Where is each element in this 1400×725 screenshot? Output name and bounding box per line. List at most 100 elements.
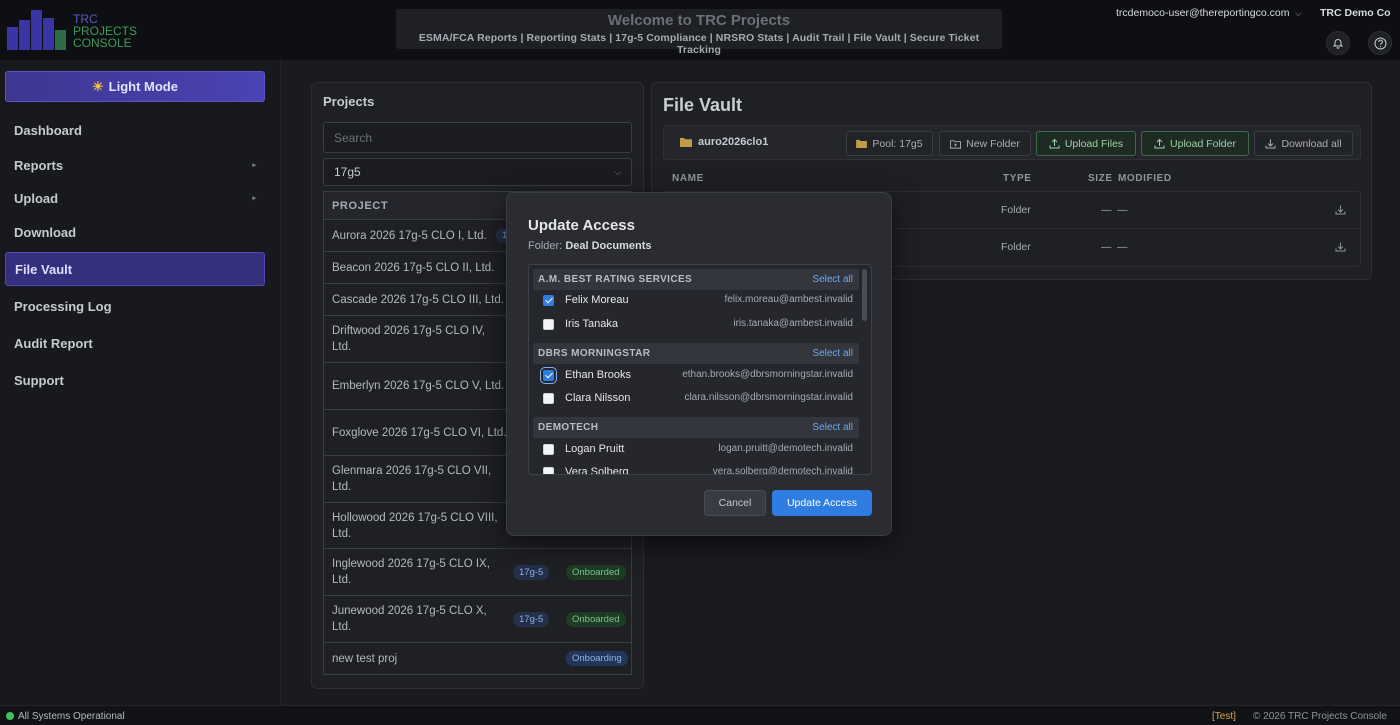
file-modified: — [1117,241,1128,253]
modal-title: Update Access [528,217,635,234]
notifications-button[interactable] [1326,31,1350,55]
project-name: Glenmara 2026 17g-5 CLO VII, Ltd. [332,465,492,493]
file-type: Folder [1001,204,1031,216]
file-size: — [1101,204,1112,216]
member-name: Logan Pruitt [565,443,625,455]
list-item[interactable]: Iris Tanaka iris.tanaka@ambest.invalid [533,314,859,337]
file-modified: — [1117,204,1128,216]
select-all-link[interactable]: Select all [812,274,853,285]
member-checkbox[interactable] [543,393,554,404]
projects-title: Projects [323,94,375,109]
download-icon[interactable] [1335,204,1346,215]
file-vault-title: File Vault [663,95,743,115]
project-name: Foxglove 2026 17g-5 CLO VI, Ltd. [332,426,507,439]
list-item[interactable]: Ethan Brooks ethan.brooks@dbrsmorningsta… [533,365,859,388]
table-row[interactable]: Inglewood 2026 17g-5 CLO IX, Ltd. 17g-5 … [323,549,632,596]
group-name: A.M. BEST RATING SERVICES [538,274,693,285]
new-folder-button[interactable]: New Folder [939,131,1031,156]
scrollbar[interactable] [862,269,867,321]
member-email: vera.solberg@demotech.invalid [712,466,853,475]
folder-icon [680,138,692,147]
sidebar-item-reports[interactable]: Reports ▸ [5,148,265,182]
project-filter-select[interactable]: 17g5 ⌵ [323,158,632,186]
sidebar-item-audit-report[interactable]: Audit Report [5,326,265,360]
list-item[interactable]: Logan Pruitt logan.pruitt@demotech.inval… [533,439,859,462]
status-badge: Onboarding [566,651,628,666]
status-badge: Onboarded [566,565,626,580]
project-search-input[interactable] [323,122,632,153]
project-name: new test proj [332,652,398,665]
member-email: clara.nilsson@dbrsmorningstar.invalid [684,392,853,403]
member-checkbox[interactable] [543,295,554,306]
welcome-subtitle: ESMA/FCA Reports | Reporting Stats | 17g… [418,32,980,56]
sidebar-item-file-vault[interactable]: File Vault [5,252,265,286]
list-item[interactable]: Vera Solberg vera.solberg@demotech.inval… [533,462,859,475]
logo-line-3: CONSOLE [73,36,132,50]
member-checkbox[interactable] [543,319,554,330]
column-type[interactable]: TYPE [1003,173,1032,184]
status-footer: All Systems Operational [Test] © 2026 TR… [0,705,1400,725]
upload-folder-button[interactable]: Upload Folder [1141,131,1249,156]
access-list: A.M. BEST RATING SERVICES Select all Fel… [528,264,872,475]
download-icon [1265,139,1276,149]
sidebar-item-dashboard[interactable]: Dashboard [5,113,265,147]
sidebar-item-label: Processing Log [14,298,112,314]
download-all-label: Download all [1281,137,1342,150]
environment-badge: [Test] [1212,711,1236,722]
member-checkbox[interactable] [543,467,554,474]
member-name: Vera Solberg [565,466,629,475]
breadcrumb-folder: auro2026clo1 [698,136,769,148]
welcome-banner: Welcome to TRC Projects ESMA/FCA Reports… [396,9,1002,56]
upload-files-label: Upload Files [1064,137,1124,150]
sidebar-item-download[interactable]: Download [5,215,265,249]
table-row[interactable]: Junewood 2026 17g-5 CLO X, Ltd. 17g-5 On… [323,596,632,643]
pool-badge[interactable]: Pool: 17g5 [846,131,933,156]
copyright: © 2026 TRC Projects Console [1253,711,1387,722]
sidebar-item-label: Upload [14,190,59,206]
caret-right-icon: ▸ [252,162,256,169]
column-name[interactable]: NAME [672,173,704,184]
sidebar-item-upload[interactable]: Upload ▸ [5,181,265,215]
bell-icon [1332,39,1344,49]
sidebar-item-processing-log[interactable]: Processing Log [5,289,265,323]
member-name: Iris Tanaka [565,318,618,330]
project-name: Junewood 2026 17g-5 CLO X, Ltd. [332,605,487,633]
project-name: Cascade 2026 17g-5 CLO III, Ltd. [332,293,504,306]
sidebar-item-support[interactable]: Support [5,363,265,397]
column-size[interactable]: SIZE [1088,173,1113,184]
user-email: trcdemoco-user@thereportingco.com [1116,7,1290,19]
download-all-button[interactable]: Download all [1254,131,1353,156]
member-checkbox[interactable] [543,444,554,455]
top-header: TRC PROJECTS CONSOLE Welcome to TRC Proj… [0,0,1400,60]
list-item[interactable]: Felix Moreau felix.moreau@ambest.invalid [533,290,859,313]
breadcrumb[interactable]: auro2026clo1 [680,136,768,148]
company-name[interactable]: TRC Demo Co [1320,7,1391,19]
trc-logo[interactable]: TRC PROJECTS CONSOLE [6,8,137,52]
member-checkbox[interactable] [540,367,557,384]
upload-icon [1049,138,1060,149]
member-name: Clara Nilsson [565,392,631,404]
update-access-button[interactable]: Update Access [772,490,872,516]
member-name: Felix Moreau [565,294,629,306]
member-email: ethan.brooks@dbrsmorningstar.invalid [682,369,853,380]
upload-files-button[interactable]: Upload Files [1036,131,1136,156]
column-modified[interactable]: MODIFIED [1118,173,1172,184]
upload-icon [1154,138,1165,149]
table-row[interactable]: new test proj Onboarding [323,643,632,675]
sidebar-item-label: Audit Report [14,335,93,351]
light-mode-toggle[interactable]: ☀ Light Mode [5,71,265,102]
system-status[interactable]: All Systems Operational [18,711,125,722]
select-all-link[interactable]: Select all [812,422,853,433]
group-name: DBRS MORNINGSTAR [538,348,651,359]
project-name: Inglewood 2026 17g-5 CLO IX, Ltd. [332,558,490,586]
help-icon [1374,37,1386,49]
list-item[interactable]: Clara Nilsson clara.nilsson@dbrsmornings… [533,388,859,411]
cancel-button[interactable]: Cancel [704,490,766,516]
download-icon[interactable] [1335,241,1346,252]
select-all-link[interactable]: Select all [812,348,853,359]
chevron-down-icon: ⌵ [614,166,621,177]
help-button[interactable] [1368,31,1392,55]
group-name: DEMOTECH [538,422,599,433]
project-name: Emberlyn 2026 17g-5 CLO V, Ltd. [332,380,505,392]
user-menu[interactable]: trcdemoco-user@thereportingco.com ⌵ [1116,7,1301,19]
